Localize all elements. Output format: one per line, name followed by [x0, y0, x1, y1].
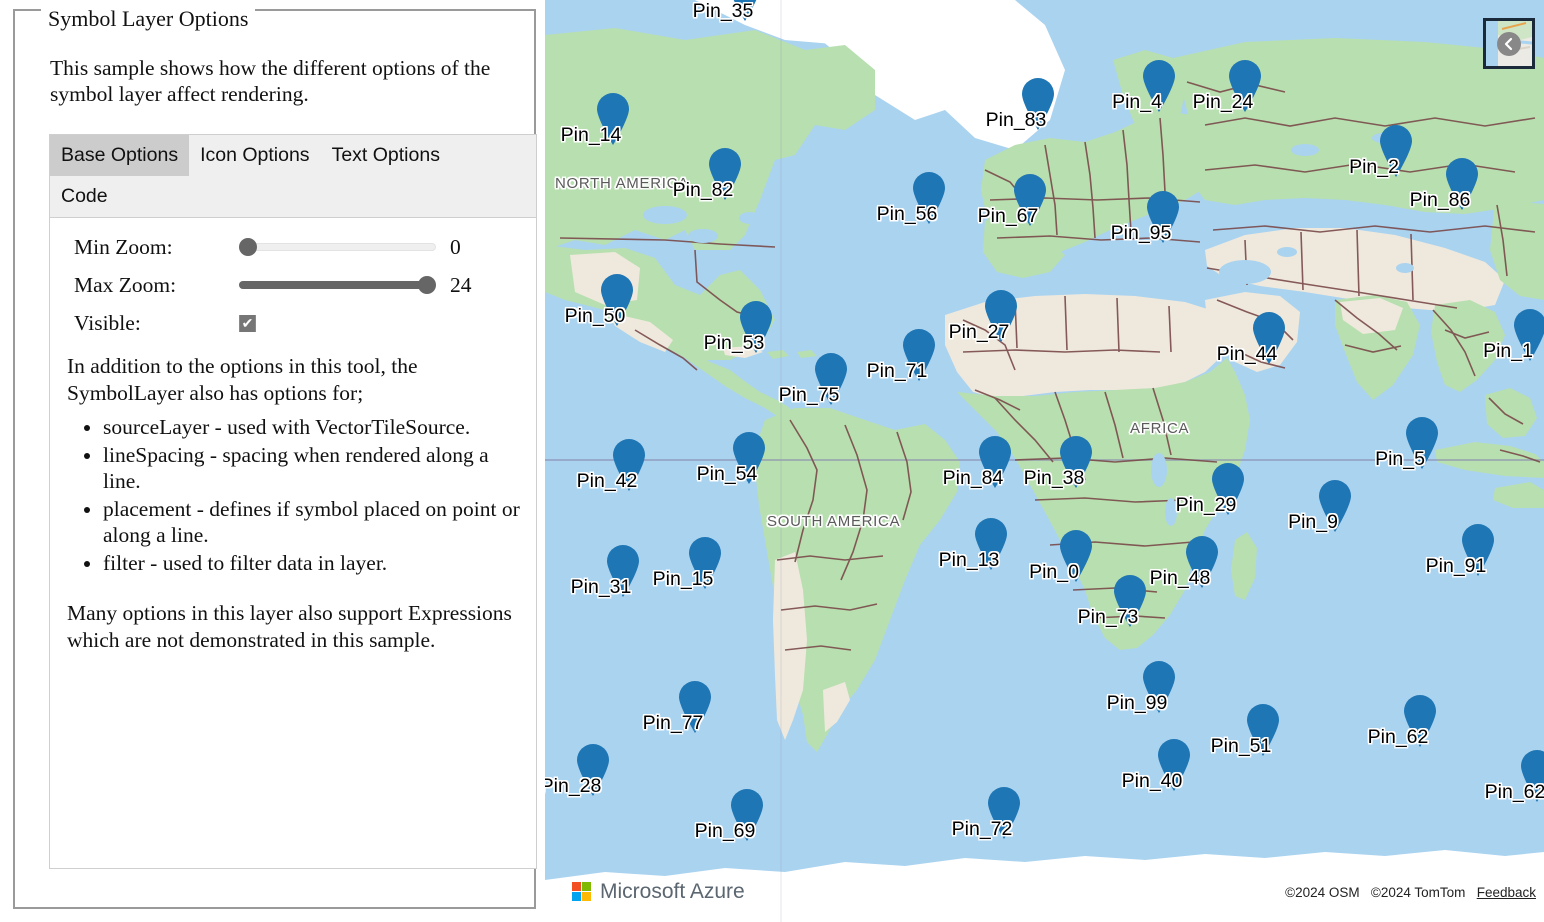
map-pin-label: Pin_69 [695, 820, 756, 843]
visible-checkbox[interactable]: ✔ [239, 315, 256, 332]
max-zoom-label: Max Zoom: [74, 273, 239, 298]
attribution-osm: ©2024 OSM [1285, 885, 1359, 900]
map-pin-label: Pin_62 [1485, 781, 1544, 804]
map-pin-label: Pin_84 [943, 467, 1004, 490]
map-pin-label: Pin_38 [1024, 467, 1085, 490]
map-pin-label: Pin_82 [673, 179, 734, 202]
map-pin-label: Pin_95 [1111, 222, 1172, 245]
visible-label: Visible: [74, 311, 239, 336]
chevron-left-icon [1497, 32, 1521, 56]
attribution-tomtom: ©2024 TomTom [1371, 885, 1466, 900]
body-paragraph-1: In addition to the options in this tool,… [67, 353, 522, 406]
max-zoom-slider-fill [239, 281, 427, 289]
symbol-layer-options-panel: Symbol Layer Options This sample shows h… [0, 0, 541, 922]
min-zoom-slider-track [239, 243, 436, 251]
body-paragraph-2: Many options in this layer also support … [67, 600, 522, 653]
map-attribution: ©2024 OSM ©2024 TomTom Feedback [1285, 885, 1536, 900]
tab-row-secondary: Code [50, 176, 536, 217]
map-pin-label: Pin_4 [1112, 91, 1162, 114]
map-pin-label: Pin_1 [1483, 340, 1533, 363]
map-pin-label: Pin_44 [1217, 343, 1278, 366]
tab-text-options[interactable]: Text Options [321, 135, 451, 176]
symbol-layer-options-list: sourceLayer - used with VectorTileSource… [67, 414, 522, 576]
map-pin-label: Pin_24 [1193, 91, 1254, 114]
microsoft-squares-icon [572, 882, 591, 901]
max-zoom-slider[interactable] [239, 276, 436, 294]
panel-intro-text: This sample shows how the different opti… [50, 55, 520, 107]
map-pin-label: Pin_86 [1410, 189, 1471, 212]
map-pin-label: Pin_42 [577, 470, 638, 493]
min-zoom-row: Min Zoom: 0 [50, 228, 536, 266]
list-item: sourceLayer - used with VectorTileSource… [103, 414, 522, 441]
map-pin-label: Pin_14 [561, 124, 622, 147]
map-pin-label: Pin_27 [949, 321, 1010, 344]
map-pin-label: Pin_99 [1107, 692, 1168, 715]
tab-row-primary: Base Options Icon Options Text Options [50, 135, 536, 176]
map-pin-label: Pin_31 [571, 576, 632, 599]
panel-legend-title: Symbol Layer Options [41, 8, 255, 30]
map-pin-label: Pin_48 [1150, 567, 1211, 590]
map-pin-label: Pin_77 [643, 712, 704, 735]
base-options-controls: Min Zoom: 0 Max Zoom: [50, 228, 536, 342]
microsoft-azure-logo: Microsoft Azure [572, 881, 745, 902]
min-zoom-slider-thumb[interactable] [239, 238, 257, 256]
min-zoom-value: 0 [450, 235, 461, 260]
max-zoom-value: 24 [450, 273, 472, 298]
list-item: filter - used to filter data in layer. [103, 550, 522, 577]
map-pin-label: Pin_50 [565, 305, 626, 328]
checkmark-icon: ✔ [240, 315, 255, 332]
max-zoom-slider-thumb[interactable] [418, 276, 436, 294]
map-pin-label: Pin_91 [1426, 555, 1487, 578]
map-pin-label: Pin_5 [1375, 448, 1425, 471]
map-pin-label: Pin_28 [545, 775, 601, 798]
map-pin-label: Pin_40 [1122, 770, 1183, 793]
map-pin-label: Pin_83 [986, 109, 1047, 132]
list-item: lineSpacing - spacing when rendered alon… [103, 442, 522, 495]
min-zoom-slider[interactable] [239, 238, 436, 256]
map-pin-label: Pin_56 [877, 203, 938, 226]
list-item: placement - defines if symbol placed on … [103, 496, 522, 549]
panel-body-text: In addition to the options in this tool,… [67, 353, 522, 653]
visible-row: Visible: ✔ [50, 304, 536, 342]
max-zoom-row: Max Zoom: 24 [50, 266, 536, 304]
tab-icon-options[interactable]: Icon Options [189, 135, 320, 176]
map-pin-label: Pin_35 [693, 0, 754, 23]
map-label-south-america: SOUTH AMERICA [767, 513, 900, 530]
map-pin-label: Pin_29 [1176, 494, 1237, 517]
map-pin-label: Pin_51 [1211, 735, 1272, 758]
tab-strip: Base Options Icon Options Text Options C… [50, 135, 536, 218]
map-pin-label: Pin_71 [867, 360, 928, 383]
azure-logo-text: Microsoft Azure [600, 881, 745, 902]
options-fieldset: Symbol Layer Options This sample shows h… [13, 9, 536, 909]
map-pin-label: Pin_62 [1368, 726, 1429, 749]
map-pin-label: Pin_67 [978, 205, 1039, 228]
map-pin-label: Pin_9 [1288, 511, 1338, 534]
tab-base-options[interactable]: Base Options [50, 135, 189, 176]
tab-code[interactable]: Code [50, 176, 119, 217]
map-pin-label: Pin_15 [653, 568, 714, 591]
map-pin-label: Pin_72 [952, 818, 1013, 841]
map-pin-label: Pin_13 [939, 549, 1000, 572]
options-inner-box: Base Options Icon Options Text Options C… [49, 134, 537, 869]
map-label-north-america: NORTH AMERICA [555, 175, 689, 192]
azure-maps-canvas[interactable]: NORTH AMERICA SOUTH AMERICA AFRICA Pin_3… [545, 0, 1544, 922]
app-root: Symbol Layer Options This sample shows h… [0, 0, 1544, 922]
map-pin-label: Pin_75 [779, 384, 840, 407]
map-pin-label: Pin_54 [697, 463, 758, 486]
map-style-picker-button[interactable] [1483, 18, 1535, 69]
map-pin-label: Pin_2 [1349, 156, 1399, 179]
map-pin-label: Pin_73 [1078, 606, 1139, 629]
feedback-link[interactable]: Feedback [1477, 885, 1536, 900]
map-pin-label: Pin_0 [1029, 561, 1079, 584]
min-zoom-label: Min Zoom: [74, 235, 239, 260]
map-label-africa: AFRICA [1130, 420, 1189, 437]
map-pin-label: Pin_53 [704, 332, 765, 355]
